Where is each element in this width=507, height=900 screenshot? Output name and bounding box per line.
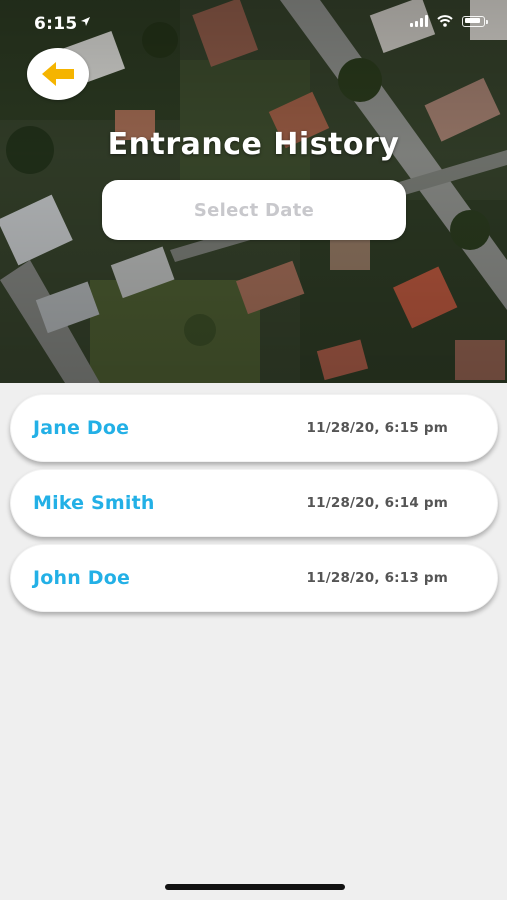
- home-indicator[interactable]: [165, 884, 345, 890]
- entry-timestamp: 11/28/20, 6:13 pm: [306, 570, 448, 586]
- select-date-button[interactable]: Select Date: [102, 180, 406, 240]
- entry-row[interactable]: Mike Smith 11/28/20, 6:14 pm: [10, 469, 498, 537]
- page-title: Entrance History: [107, 127, 400, 162]
- entry-timestamp: 11/28/20, 6:14 pm: [306, 495, 448, 511]
- wifi-icon: [437, 15, 453, 27]
- battery-icon: [462, 15, 488, 27]
- entry-row[interactable]: Jane Doe 11/28/20, 6:15 pm: [10, 394, 498, 462]
- entry-row[interactable]: John Doe 11/28/20, 6:13 pm: [10, 544, 498, 612]
- status-icons: [410, 15, 488, 27]
- entry-name: Jane Doe: [33, 417, 130, 439]
- aerial-background-image: 6:15 Entrance History Select Date: [0, 0, 507, 383]
- entry-name: Mike Smith: [33, 492, 155, 514]
- signal-icon: [410, 15, 428, 27]
- location-arrow-icon: [81, 17, 90, 26]
- status-time: 6:15: [34, 14, 78, 34]
- entry-name: John Doe: [33, 567, 131, 589]
- entry-timestamp: 11/28/20, 6:15 pm: [306, 420, 448, 436]
- back-button[interactable]: [27, 48, 89, 100]
- arrow-left-icon: [42, 62, 74, 86]
